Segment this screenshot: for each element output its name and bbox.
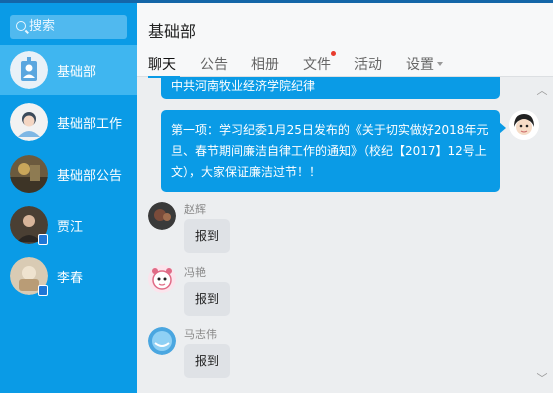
search-input[interactable]: 搜索	[10, 15, 127, 39]
message-bubble: 报到	[184, 219, 230, 253]
chevron-down-icon	[437, 62, 443, 66]
tab-notice[interactable]: 公告	[200, 54, 228, 74]
tab-album[interactable]: 相册	[251, 54, 279, 74]
sender-avatar[interactable]	[148, 202, 176, 230]
sender-avatar[interactable]	[148, 265, 176, 293]
contact-item-jichubu[interactable]: 基础部	[0, 45, 137, 95]
sender-avatar[interactable]	[148, 327, 176, 355]
message-bubble-self: 第一项：学习纪委1月25日发布的《关于切实做好2018年元旦、春节期间廉洁自律工…	[161, 110, 506, 192]
group-avatar	[10, 155, 48, 193]
sidebar: 搜索 基础部 基础部工作 基础部公告 贾江 李春	[0, 0, 137, 393]
message-bubble-self: 中共河南牧业经济学院纪律	[161, 77, 500, 99]
group-title: 基础部	[148, 22, 197, 41]
search-placeholder: 搜索	[29, 19, 56, 34]
self-avatar[interactable]	[509, 110, 539, 140]
sender-name: 马志伟	[184, 328, 217, 341]
group-avatar	[10, 103, 48, 141]
mobile-badge-icon	[38, 285, 48, 296]
tab-chat[interactable]: 聊天	[148, 54, 176, 74]
tab-files[interactable]: 文件	[303, 54, 331, 74]
contact-name: 贾江	[57, 220, 84, 235]
message-bubble: 报到	[184, 344, 230, 378]
chat-panel: 基础部 聊天 公告 相册 文件 活动 设置 中共河南牧业经济学院纪律 第一项：学…	[137, 0, 553, 393]
message-list[interactable]: 中共河南牧业经济学院纪律 第一项：学习纪委1月25日发布的《关于切实做好2018…	[137, 77, 553, 393]
tab-activity[interactable]: 活动	[354, 54, 382, 74]
chat-header: 基础部 聊天 公告 相册 文件 活动 设置	[137, 0, 553, 78]
contact-item-jiajiang[interactable]: 贾江	[0, 200, 137, 250]
contact-name: 基础部公告	[57, 169, 123, 184]
scroll-down-icon[interactable]: ﹀	[536, 373, 548, 385]
sender-name: 冯艳	[184, 266, 206, 279]
contact-name: 李春	[57, 271, 84, 286]
unread-dot-icon	[331, 51, 336, 56]
contact-name: 基础部工作	[57, 117, 123, 132]
mobile-badge-icon	[38, 234, 48, 245]
contact-item-jichubu-notice[interactable]: 基础部公告	[0, 149, 137, 199]
group-avatar	[10, 51, 48, 89]
message-bubble: 报到	[184, 282, 230, 316]
tab-settings-label: 设置	[406, 57, 434, 73]
contact-name: 基础部	[57, 65, 97, 80]
search-icon	[16, 21, 26, 31]
contact-item-lichun[interactable]: 李春	[0, 251, 137, 301]
contact-item-jichubu-work[interactable]: 基础部工作	[0, 97, 137, 147]
tab-settings[interactable]: 设置	[406, 54, 443, 74]
scroll-up-icon[interactable]: ︿	[536, 85, 548, 97]
sender-name: 赵辉	[184, 203, 206, 216]
